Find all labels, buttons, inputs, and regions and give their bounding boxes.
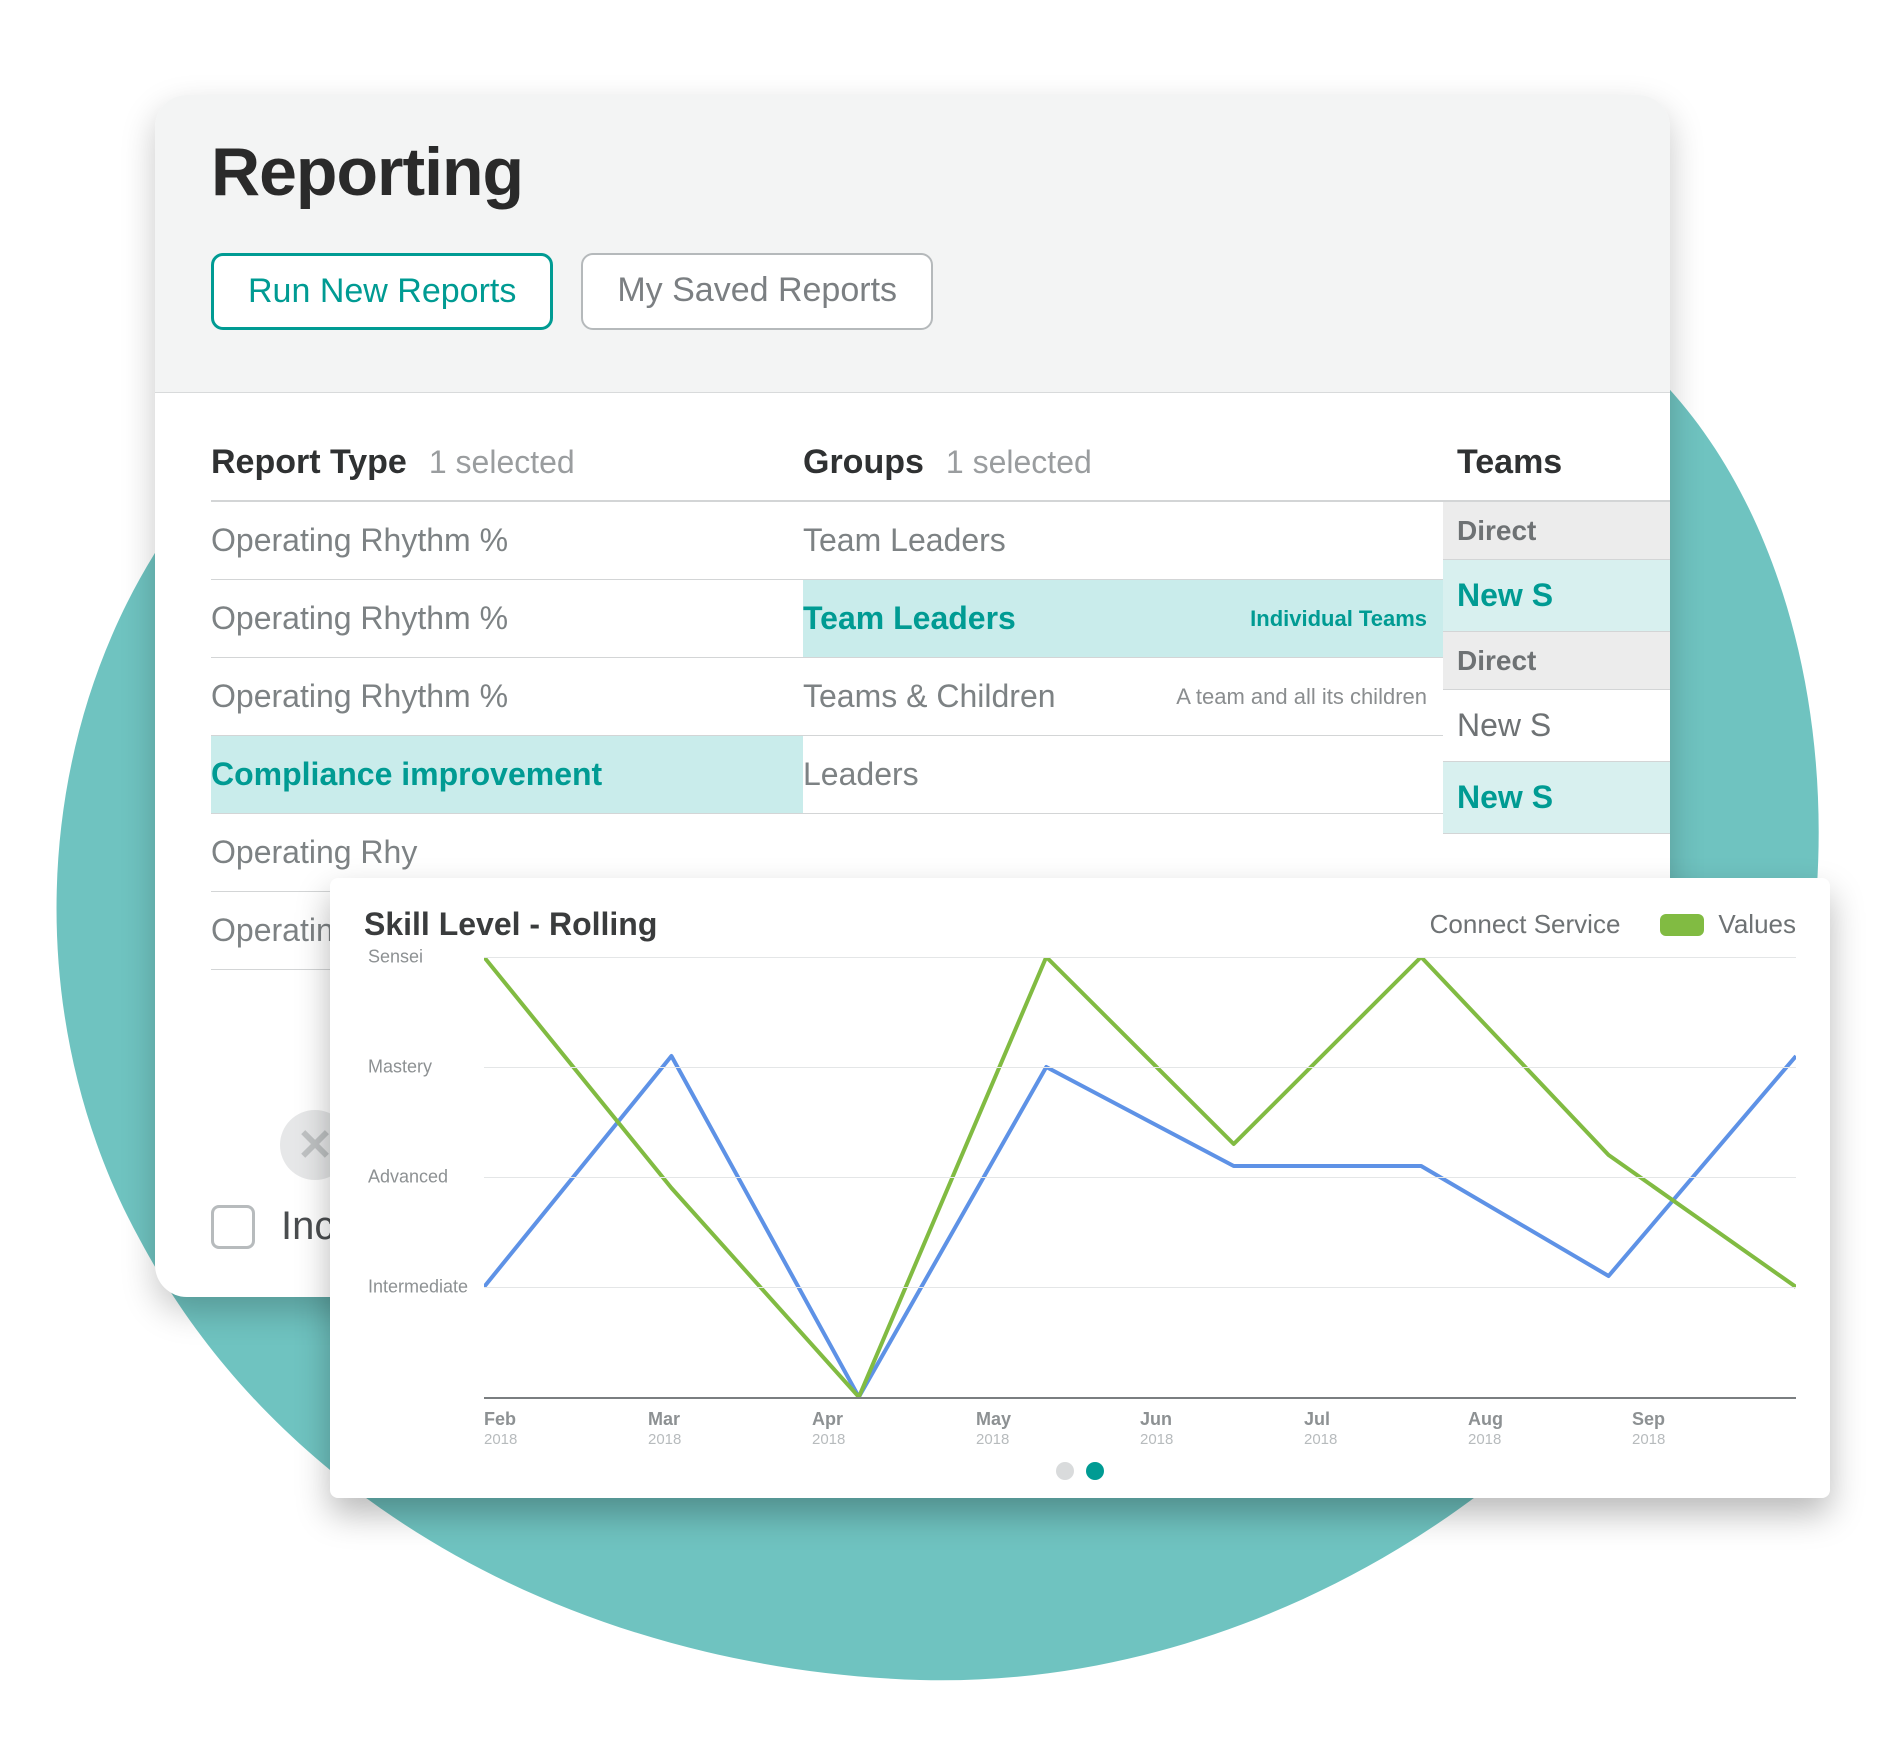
chart-x-label: Aug2018 bbox=[1468, 1409, 1632, 1449]
chart-x-label: Mar2018 bbox=[648, 1409, 812, 1449]
reporting-header: Reporting Run New Reports My Saved Repor… bbox=[155, 95, 1670, 393]
report-type-item-selected[interactable]: Compliance improvement bbox=[211, 736, 803, 814]
team-item[interactable]: New S bbox=[1443, 690, 1670, 762]
team-subhead: Direct bbox=[1443, 632, 1670, 690]
chart-x-label: Jul2018 bbox=[1304, 1409, 1468, 1449]
pager-dot[interactable] bbox=[1056, 1462, 1074, 1480]
chart-title: Skill Level - Rolling bbox=[364, 906, 1372, 943]
report-tabs: Run New Reports My Saved Reports bbox=[211, 253, 1614, 330]
chart-pager bbox=[364, 1456, 1796, 1480]
groups-label: Groups bbox=[803, 443, 924, 482]
report-type-item[interactable]: Operating Rhythm % bbox=[211, 658, 803, 736]
groups-count: 1 selected bbox=[946, 444, 1092, 481]
pager-dot-active[interactable] bbox=[1086, 1462, 1104, 1480]
page-title: Reporting bbox=[211, 133, 1614, 211]
include-checkbox[interactable] bbox=[211, 1205, 255, 1249]
chart-y-label: Advanced bbox=[368, 1167, 448, 1188]
chart-y-label: Sensei bbox=[368, 947, 423, 968]
team-subhead: Direct bbox=[1443, 502, 1670, 560]
report-type-count: 1 selected bbox=[429, 444, 575, 481]
group-item[interactable]: Leaders bbox=[803, 736, 1443, 814]
tab-run-new-reports[interactable]: Run New Reports bbox=[211, 253, 553, 330]
report-type-label: Report Type bbox=[211, 443, 407, 482]
report-type-item[interactable]: Operating Rhythm % bbox=[211, 502, 803, 580]
legend-swatch bbox=[1660, 914, 1704, 936]
report-type-item[interactable]: Operating Rhythm % bbox=[211, 580, 803, 658]
legend-label: Values bbox=[1718, 909, 1796, 940]
team-item[interactable]: New S bbox=[1443, 762, 1670, 834]
chart-card: Skill Level - Rolling Connect Service Va… bbox=[330, 878, 1830, 1498]
chart-plot: Feb2018Mar2018Apr2018May2018Jun2018Jul20… bbox=[364, 957, 1796, 1456]
group-item-selected[interactable]: Team Leaders Individual Teams bbox=[803, 580, 1443, 658]
chart-x-axis: Feb2018Mar2018Apr2018May2018Jun2018Jul20… bbox=[484, 1409, 1796, 1449]
chart-y-label: Intermediate bbox=[368, 1277, 468, 1298]
group-item[interactable]: Teams & Children A team and all its chil… bbox=[803, 658, 1443, 736]
legend-label: Connect Service bbox=[1430, 909, 1621, 940]
team-item[interactable]: New S bbox=[1443, 560, 1670, 632]
chart-y-label: Mastery bbox=[368, 1057, 432, 1078]
group-item[interactable]: Team Leaders bbox=[803, 502, 1443, 580]
chart-x-label: Apr2018 bbox=[812, 1409, 976, 1449]
chart-legend: Connect Service Values bbox=[1372, 909, 1796, 940]
legend-item: Connect Service bbox=[1372, 909, 1621, 940]
chart-x-label: Feb2018 bbox=[484, 1409, 648, 1449]
chart-x-label: May2018 bbox=[976, 1409, 1140, 1449]
chart-x-label: Jun2018 bbox=[1140, 1409, 1304, 1449]
chart-x-label: Sep2018 bbox=[1632, 1409, 1796, 1449]
teams-label: Teams bbox=[1457, 443, 1562, 482]
tab-my-saved-reports[interactable]: My Saved Reports bbox=[581, 253, 933, 330]
chart-series-line bbox=[484, 1056, 1796, 1397]
legend-swatch bbox=[1372, 914, 1416, 936]
legend-item: Values bbox=[1660, 909, 1796, 940]
